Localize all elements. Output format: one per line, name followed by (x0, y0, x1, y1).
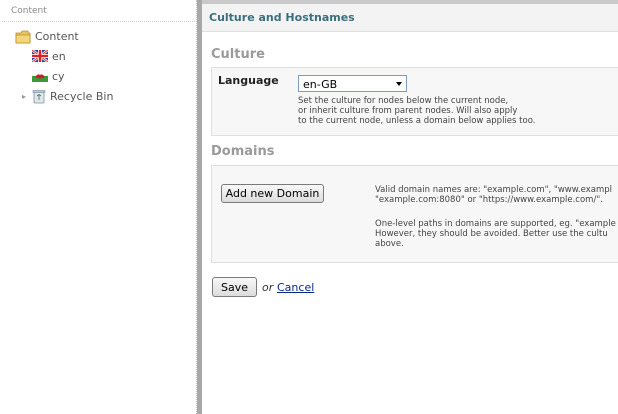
domains-help-line: One-level paths in domains are supported… (375, 219, 616, 229)
domains-section-box: Add new Domain Valid domain names are: "… (211, 165, 618, 263)
uk-flag-icon (32, 50, 48, 62)
domains-paths-help-text: One-level paths in domains are supported… (375, 219, 616, 249)
add-domain-button[interactable]: Add new Domain (221, 184, 324, 203)
culture-section-title: Culture (211, 47, 265, 62)
tree-node-label: en (52, 49, 66, 63)
tree-header: Content (2, 2, 195, 22)
tree-node-label: Recycle Bin (50, 89, 114, 103)
domains-help-line: "example.com:8080" or "https://www.examp… (375, 195, 603, 205)
content-tree-panel: Content Content en cy ▸ Recycle Bin (0, 0, 197, 414)
dropdown-arrow-icon (396, 82, 402, 86)
culture-help-line: Set the culture for nodes below the curr… (298, 96, 509, 106)
tree-node-recycle-bin[interactable]: Recycle Bin (32, 88, 113, 104)
culture-help-line: to the current node, unless a domain bel… (298, 116, 536, 126)
domains-help-line: However, they should be avoided. Better … (375, 229, 608, 239)
tree-node-content[interactable]: Content (15, 28, 79, 44)
domains-help-line: above. (375, 239, 404, 249)
tree-node-cy[interactable]: cy (32, 68, 65, 84)
or-text: or (262, 281, 274, 294)
cancel-link[interactable]: Cancel (277, 281, 314, 294)
culture-help-line: or inherit culture from parent nodes. Wi… (298, 106, 518, 116)
culture-help-text: Set the culture for nodes below the curr… (298, 96, 535, 126)
tree-node-label: Content (35, 29, 79, 43)
domains-section-title: Domains (211, 144, 275, 159)
domains-help-line: Valid domain names are: "example.com", "… (375, 185, 612, 195)
expand-arrow-icon[interactable]: ▸ (22, 93, 28, 101)
folder-icon (15, 30, 31, 43)
culture-section-box: Language en-GB Set the culture for nodes… (211, 67, 618, 136)
page-title: Culture and Hostnames (209, 11, 355, 24)
language-select[interactable]: en-GB (298, 75, 407, 92)
language-select-value: en-GB (303, 78, 338, 91)
tree-node-label: cy (52, 69, 65, 83)
language-label: Language (218, 74, 279, 87)
tree-node-en[interactable]: en (32, 48, 66, 64)
domains-help-text: Valid domain names are: "example.com", "… (375, 185, 612, 205)
culture-hostnames-panel: Culture and Hostnames Culture Language e… (202, 0, 618, 414)
save-button[interactable]: Save (212, 277, 257, 297)
welsh-flag-icon (32, 70, 48, 82)
recycle-bin-icon (32, 89, 46, 104)
page-header: Culture and Hostnames (202, 4, 618, 32)
